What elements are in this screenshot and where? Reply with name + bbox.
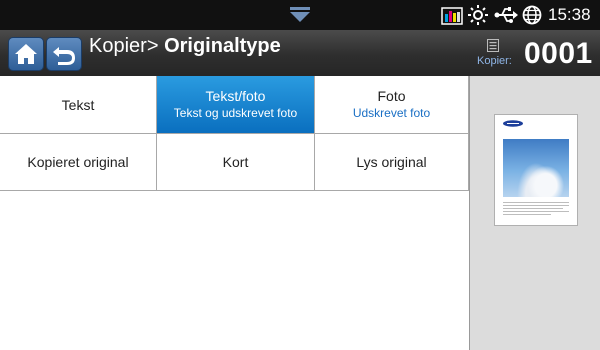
text-line [503,214,551,215]
copies-icon [487,39,499,52]
home-button[interactable] [8,37,44,71]
option-sublabel: Udskrevet foto [352,106,431,120]
text-line [503,211,569,212]
option-label: Kopieret original [27,154,129,170]
text-line [503,202,569,203]
usb-icon [494,7,518,23]
page-title: Kopier> Originaltype [89,34,281,58]
samsung-logo-icon [503,120,523,127]
option-label: Tekst/foto [205,88,266,104]
option-foto[interactable]: Foto Udskrevet foto [315,76,469,134]
photo-thumbnail [503,139,569,197]
option-label: Tekst [61,96,95,113]
status-bar: 15:38 [0,0,600,30]
document-preview-icon [494,114,578,226]
copies-count[interactable]: 0001 [524,36,593,72]
toner-level-icon [441,7,463,25]
option-kopieret-original[interactable]: Kopieret original [0,134,157,191]
option-lys-original[interactable]: Lys original [315,134,469,191]
network-globe-icon [522,5,542,25]
copies-label: Kopier: [477,55,512,67]
option-label: Lys original [356,154,427,170]
title-bar: Kopier> Originaltype Kopier: 0001 [0,30,600,77]
option-sublabel: Tekst og udskrevet foto [173,106,298,120]
option-tekst-foto[interactable]: Tekst/foto Tekst og udskrevet foto [157,76,315,134]
original-type-options: Tekst Tekst/foto Tekst og udskrevet foto… [0,76,469,191]
text-line [503,205,569,206]
option-label: Kort [222,154,249,170]
home-icon [15,44,37,64]
text-line [503,208,563,209]
brightness-icon [468,5,488,25]
back-icon [53,47,75,65]
option-kort[interactable]: Kort [157,134,315,191]
preview-panel [469,76,600,350]
option-label: Foto [377,88,406,104]
option-tekst[interactable]: Tekst [0,76,157,134]
pulldown-arrow-icon[interactable] [289,6,311,24]
breadcrumb-parent[interactable]: Kopier> [89,35,159,57]
clock: 15:38 [548,5,591,24]
page-title-text: Originaltype [164,35,281,57]
back-button[interactable] [46,37,82,71]
